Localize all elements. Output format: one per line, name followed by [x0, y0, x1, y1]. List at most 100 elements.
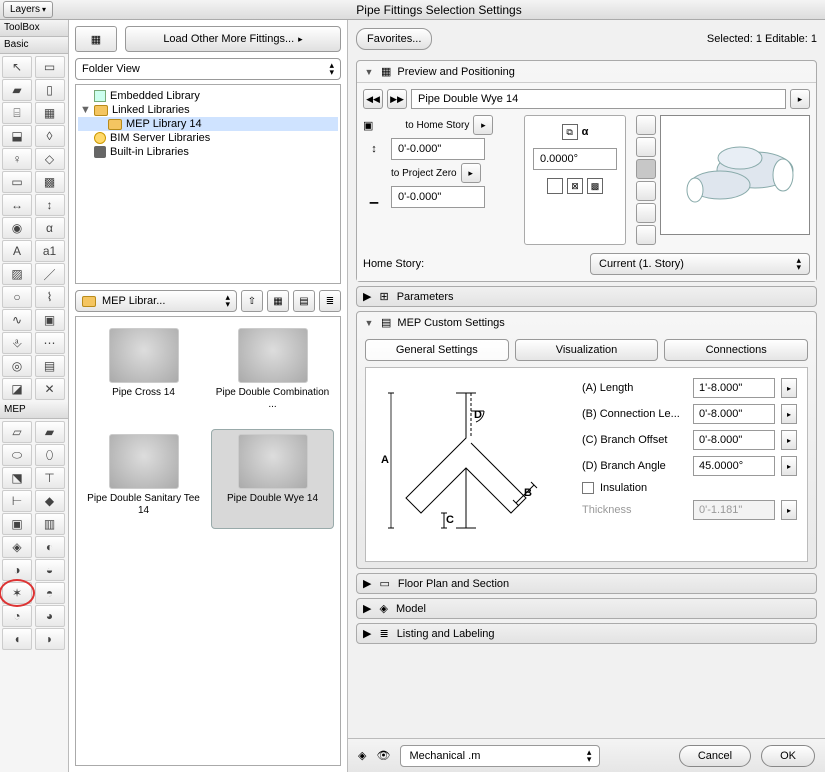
line-tool-icon[interactable]: ／: [35, 263, 65, 285]
library-browser-icon[interactable]: ▦: [75, 26, 117, 52]
folder-view-dropdown[interactable]: Folder View ▴▾: [75, 58, 341, 80]
thumb-pipe-double-sanitary-tee-14[interactable]: Pipe Double Sanitary Tee 14: [82, 429, 205, 529]
mep-bend-icon[interactable]: ⬯: [35, 444, 65, 466]
view-plan-icon[interactable]: [636, 115, 656, 135]
worksheet-tool-icon[interactable]: ▤: [35, 355, 65, 377]
tree-mep-library-14[interactable]: MEP Library 14: [78, 117, 338, 131]
tree-bim-server-libraries[interactable]: BIM Server Libraries: [78, 131, 338, 145]
view-list-icon[interactable]: [636, 225, 656, 245]
item-menu-button[interactable]: ▸: [790, 89, 810, 109]
mep-trans-icon[interactable]: ⬔: [2, 467, 32, 489]
sym3-icon[interactable]: ▩: [587, 178, 603, 194]
arrow-tool-icon[interactable]: ↖: [2, 56, 32, 78]
next-next-button[interactable]: ▶▶: [387, 89, 407, 109]
eye-icon[interactable]: 👁: [376, 749, 390, 762]
mirror-icon[interactable]: ⧉: [562, 124, 578, 140]
lamp-tool-icon[interactable]: ♀: [2, 148, 32, 170]
param-d-flyout[interactable]: ▸: [781, 456, 797, 476]
tree-linked-libraries[interactable]: ▼ Linked Libraries: [78, 103, 338, 117]
view-axon-icon[interactable]: [636, 203, 656, 223]
param-a-length-input[interactable]: [693, 378, 775, 398]
mep-p4-icon[interactable]: ◓: [35, 582, 65, 604]
tab-visualization[interactable]: Visualization: [515, 339, 659, 361]
text-tool-icon[interactable]: A: [2, 240, 32, 262]
parameters-panel[interactable]: ▶ ⊞ Parameters: [356, 286, 817, 307]
view-front-icon[interactable]: [636, 137, 656, 157]
home-story-select[interactable]: Current (1. Story) ▴▾: [590, 253, 810, 275]
figure-tool-icon[interactable]: ▣: [35, 309, 65, 331]
dim-tool-icon[interactable]: ↔: [2, 194, 32, 216]
param-b-flyout[interactable]: ▸: [781, 404, 797, 424]
mep-equip-icon[interactable]: ◈: [2, 536, 32, 558]
mesh-tool-icon[interactable]: ▩: [35, 171, 65, 193]
slab-tool-icon[interactable]: ◊: [35, 125, 65, 147]
mep-tee-icon[interactable]: ⊤: [35, 467, 65, 489]
rotation-angle-input[interactable]: [533, 148, 617, 170]
sym2-icon[interactable]: ⊠: [567, 178, 583, 194]
mep-inline-icon[interactable]: ▥: [35, 513, 65, 535]
library-tree[interactable]: Embedded Library ▼ Linked Libraries MEP …: [75, 84, 341, 284]
view-3d-icon[interactable]: [636, 159, 656, 179]
mep-flex-icon[interactable]: ▰: [35, 421, 65, 443]
view-list-icon[interactable]: ≣: [319, 290, 341, 312]
label-tool-icon[interactable]: a1: [35, 240, 65, 262]
tab-general-settings[interactable]: General Settings: [365, 339, 509, 361]
mep-p8-icon[interactable]: ◗: [35, 628, 65, 650]
listing-labeling-panel[interactable]: ▶ ≣ Listing and Labeling: [356, 623, 817, 644]
angle-tool-icon[interactable]: α: [35, 217, 65, 239]
param-c-flyout[interactable]: ▸: [781, 430, 797, 450]
level-tool-icon[interactable]: ◉: [2, 217, 32, 239]
cancel-button[interactable]: Cancel: [679, 745, 751, 767]
param-d-branch-angle-input[interactable]: [693, 456, 775, 476]
wall-tool-icon[interactable]: ▰: [2, 79, 32, 101]
mep-p2-icon[interactable]: ◑: [2, 559, 32, 581]
elevation-tool-icon[interactable]: ⋯: [35, 332, 65, 354]
mep-takeoff-icon[interactable]: ⊢: [2, 490, 32, 512]
project-zero-z-input[interactable]: [391, 186, 485, 208]
hotspot-tool-icon[interactable]: ✕: [35, 378, 65, 400]
tree-builtin-libraries[interactable]: Built-in Libraries: [78, 145, 338, 159]
polyline-tool-icon[interactable]: ⌇: [35, 286, 65, 308]
view-small-icon[interactable]: ▤: [293, 290, 315, 312]
beam-tool-icon[interactable]: ▭: [2, 171, 32, 193]
view-large-icon[interactable]: ▦: [267, 290, 289, 312]
fill-tool-icon[interactable]: ▨: [2, 263, 32, 285]
column-tool-icon[interactable]: ▯: [35, 79, 65, 101]
mep-pipe-icon[interactable]: ⬭: [2, 444, 32, 466]
object-tool-icon[interactable]: ⬓: [2, 125, 32, 147]
layers-dropdown[interactable]: Layers: [3, 1, 53, 18]
section-tool-icon[interactable]: ⎀: [2, 332, 32, 354]
mep-p5-icon[interactable]: ◔: [2, 605, 32, 627]
mep-more1-icon[interactable]: ◆: [35, 490, 65, 512]
item-name-field[interactable]: Pipe Double Wye 14: [411, 89, 786, 109]
model-panel[interactable]: ▶ ◈ Model: [356, 598, 817, 619]
thumb-pipe-double-wye-14[interactable]: Pipe Double Wye 14: [211, 429, 334, 529]
tab-connections[interactable]: Connections: [664, 339, 808, 361]
spline-tool-icon[interactable]: ∿: [2, 309, 32, 331]
mep-p3-icon[interactable]: ◒: [35, 559, 65, 581]
door-tool-icon[interactable]: ⌸: [2, 102, 32, 124]
roof-tool-icon[interactable]: ◇: [35, 148, 65, 170]
floor-plan-section-panel[interactable]: ▶ ▭ Floor Plan and Section: [356, 573, 817, 594]
layer-select[interactable]: Mechanical .m ▴▾: [400, 745, 600, 767]
marquee-tool-icon[interactable]: ▭: [35, 56, 65, 78]
mep-pipe-fitting-icon[interactable]: ✶: [2, 582, 32, 604]
insulation-checkbox[interactable]: [582, 482, 594, 494]
mep-p6-icon[interactable]: ◕: [35, 605, 65, 627]
param-a-flyout[interactable]: ▸: [781, 378, 797, 398]
disclosure-icon[interactable]: ▼: [363, 318, 375, 328]
param-c-branch-offset-input[interactable]: [693, 430, 775, 450]
current-library-dropdown[interactable]: MEP Librar... ▴▾: [75, 290, 237, 312]
to-home-story-flyout[interactable]: ▸: [473, 115, 493, 135]
view-side-icon[interactable]: [636, 181, 656, 201]
disclosure-icon[interactable]: ▼: [363, 67, 375, 77]
dim2-tool-icon[interactable]: ↕: [35, 194, 65, 216]
mep-p7-icon[interactable]: ◖: [2, 628, 32, 650]
param-b-connection-length-input[interactable]: [693, 404, 775, 424]
home-story-z-input[interactable]: [391, 138, 485, 160]
mep-term-icon[interactable]: ▣: [2, 513, 32, 535]
mep-p1-icon[interactable]: ◐: [35, 536, 65, 558]
up-folder-button[interactable]: ⇧: [241, 290, 263, 312]
favorites-button[interactable]: Favorites...: [356, 28, 432, 50]
detail-tool-icon[interactable]: ◎: [2, 355, 32, 377]
